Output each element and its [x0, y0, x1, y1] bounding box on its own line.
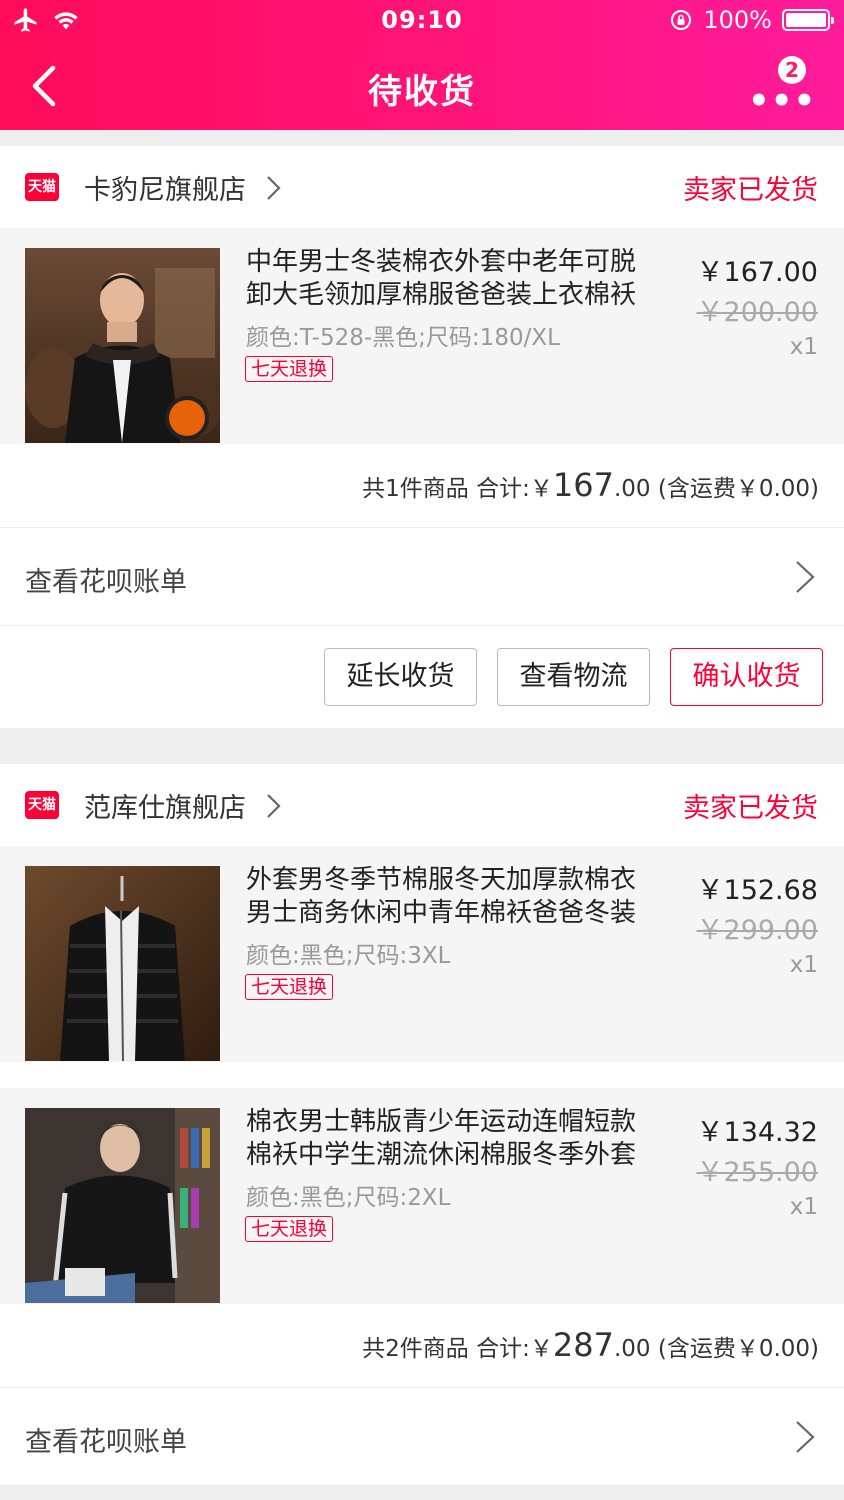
product-title[interactable]: 棉衣男士韩版青少年运动连帽短款棉袄中学生潮流休闲棉服冬季外套: [246, 1106, 656, 1172]
battery-percent: 100%: [703, 6, 772, 34]
product-original-price: ￥200.00: [696, 297, 818, 328]
battery-icon: [782, 9, 834, 31]
product-image[interactable]: [25, 1108, 220, 1303]
shop-name[interactable]: 范库仕旗舰店: [84, 786, 246, 825]
order-item[interactable]: 棉衣男士韩版青少年运动连帽短款棉袄中学生潮流休闲棉服冬季外套 颜色:黑色;尺码:…: [0, 1088, 844, 1304]
shipping-status: 卖家已发货: [683, 793, 818, 824]
product-quantity: x1: [789, 334, 818, 360]
summary-prefix: 共1件商品 合计:￥: [362, 476, 553, 502]
product-image[interactable]: [25, 248, 220, 443]
chevron-right-icon: [796, 561, 815, 593]
summary-prefix: 共2件商品 合计:￥: [362, 1336, 553, 1362]
page-title: 待收货: [368, 72, 476, 112]
product-quantity: x1: [789, 1194, 818, 1220]
message-count-badge: 2: [778, 56, 806, 84]
product-title[interactable]: 外套男冬季节棉服冬天加厚款棉衣男士商务休闲中青年棉袄爸爸冬装: [246, 864, 656, 930]
order-item[interactable]: 中年男士冬装棉衣外套中老年可脱卸大毛领加厚棉服爸爸装上衣棉袄 颜色:T-528-…: [0, 228, 844, 444]
shop-header[interactable]: 天猫 范库仕旗舰店 卖家已发货: [0, 764, 844, 846]
product-price: ￥167.00: [696, 257, 818, 288]
shipping-status: 卖家已发货: [683, 175, 818, 206]
more-button[interactable]: ••• 2: [744, 54, 815, 118]
huabei-bill-row[interactable]: 查看花呗账单: [0, 1388, 844, 1486]
chevron-right-icon: [267, 794, 281, 818]
product-price: ￥152.68: [696, 875, 818, 906]
order-item[interactable]: 外套男冬季节棉服冬天加厚款棉衣男士商务休闲中青年棉袄爸爸冬装 颜色:黑色;尺码:…: [0, 846, 844, 1062]
product-sku: 颜色:黑色;尺码:3XL: [246, 943, 451, 969]
app-header: 09:10 100% 待收货 ••• 2: [0, 0, 844, 130]
nav-bar: 待收货 ••• 2: [0, 44, 844, 130]
order-summary: 共1件商品 合计:￥167.00 (含运费￥0.00): [0, 444, 844, 528]
bill-label: 查看花呗账单: [25, 1427, 187, 1458]
order-summary: 共2件商品 合计:￥287.00 (含运费￥0.00): [0, 1304, 844, 1388]
summary-suffix: .00 (含运费￥0.00): [613, 476, 819, 502]
product-sku: 颜色:黑色;尺码:2XL: [246, 1185, 451, 1211]
chevron-right-icon: [796, 1421, 815, 1453]
order-card: 天猫 卡豹尼旗舰店 卖家已发货 中年男士冬装棉衣外套中老年可脱卸大毛领加厚棉服爸…: [0, 146, 844, 728]
status-icons-right: 100%: [669, 6, 834, 34]
product-title[interactable]: 中年男士冬装棉衣外套中老年可脱卸大毛领加厚棉服爸爸装上衣棉袄: [246, 246, 656, 312]
product-original-price: ￥299.00: [696, 915, 818, 946]
product-original-price: ￥255.00: [696, 1157, 818, 1188]
confirm-receipt-button[interactable]: 确认收货: [670, 648, 823, 706]
tmall-logo-icon: 天猫: [25, 791, 59, 819]
view-logistics-button[interactable]: 查看物流: [497, 648, 650, 706]
rotation-lock-icon: [671, 10, 692, 30]
tmall-logo-icon: 天猫: [25, 173, 59, 201]
more-icon: •••: [748, 81, 817, 121]
extend-receipt-button[interactable]: 延长收货: [324, 648, 477, 706]
product-price: ￥134.32: [696, 1117, 818, 1148]
summary-total-integer: 287: [552, 1326, 614, 1364]
return-policy-tag: 七天退换: [245, 1216, 334, 1242]
product-sku: 颜色:T-528-黑色;尺码:180/XL: [246, 325, 560, 351]
return-policy-tag: 七天退换: [245, 356, 334, 382]
status-bar: 09:10 100%: [0, 0, 844, 44]
bill-label: 查看花呗账单: [25, 567, 187, 598]
order-actions: 延长收货 查看物流 确认收货: [0, 626, 844, 728]
shop-name[interactable]: 卡豹尼旗舰店: [84, 168, 246, 207]
product-quantity: x1: [789, 952, 818, 978]
summary-suffix: .00 (含运费￥0.00): [613, 1336, 819, 1362]
order-card: 天猫 范库仕旗舰店 卖家已发货 外套男冬季节棉服冬天加厚款棉衣男士商务休闲中青年…: [0, 764, 844, 1486]
return-policy-tag: 七天退换: [245, 974, 334, 1000]
huabei-bill-row[interactable]: 查看花呗账单: [0, 528, 844, 626]
summary-total-integer: 167: [552, 466, 614, 504]
product-image[interactable]: [25, 866, 220, 1061]
shop-header[interactable]: 天猫 卡豹尼旗舰店 卖家已发货: [0, 146, 844, 228]
chevron-right-icon: [267, 176, 281, 200]
